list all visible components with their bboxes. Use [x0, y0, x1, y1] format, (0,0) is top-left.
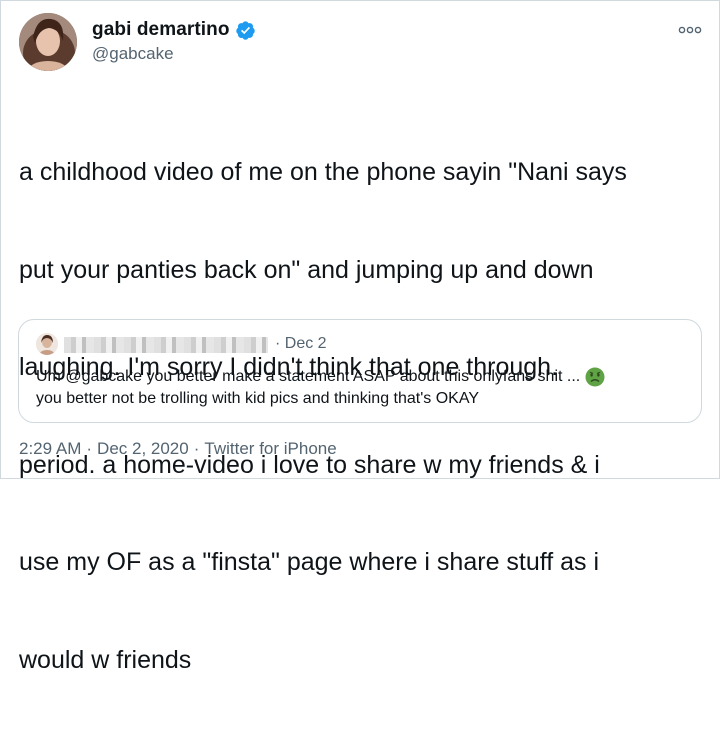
tweet-card: gabi demartino @gabcake a childhood vide…: [0, 0, 720, 674]
tweet-text-line: put your panties back on" and jumping up…: [19, 255, 594, 284]
quoted-avatar-image: [36, 333, 58, 355]
meta-separator: ·: [193, 439, 200, 458]
meta-separator: ·: [86, 439, 93, 458]
author-name-row: gabi demartino: [92, 18, 256, 42]
quoted-text-line: Um @gabcake you better make a statement …: [36, 366, 686, 388]
tweet-time[interactable]: 2:29 AM: [19, 439, 81, 459]
tweet-text-line: a childhood video of me on the phone say…: [19, 158, 627, 186]
author-handle[interactable]: @gabcake: [92, 44, 174, 64]
quoted-text-line-2: you better not be trolling with kid pics…: [36, 390, 479, 407]
verified-badge-icon: [235, 20, 255, 40]
more-options-icon[interactable]: [678, 22, 702, 38]
quoted-tweet[interactable]: · Dec 2 Um @gabcake you better make a st…: [18, 319, 702, 423]
quoted-tweet-text: Um @gabcake you better make a statement …: [36, 366, 686, 410]
quoted-tweet-date[interactable]: · Dec 2: [275, 335, 327, 353]
tweet-date[interactable]: Dec 2, 2020: [97, 439, 189, 459]
tweet-text-line: would w friends: [19, 645, 192, 674]
quoted-author-avatar: [36, 333, 58, 355]
author-avatar[interactable]: [19, 13, 77, 71]
nauseated-face-emoji: [585, 367, 605, 387]
tweet-meta: 2:29 AM · Dec 2, 2020 · Twitter for iPho…: [19, 439, 337, 459]
quoted-text-line-1: Um @gabcake you better make a statement …: [36, 368, 581, 385]
quoted-author-name-redacted: [64, 337, 268, 353]
tweet-source[interactable]: Twitter for iPhone: [204, 439, 336, 459]
author-name[interactable]: gabi demartino: [92, 19, 230, 41]
tweet-text-line: use my OF as a "finsta" page where i sha…: [19, 548, 600, 576]
avatar-image: [19, 13, 77, 71]
